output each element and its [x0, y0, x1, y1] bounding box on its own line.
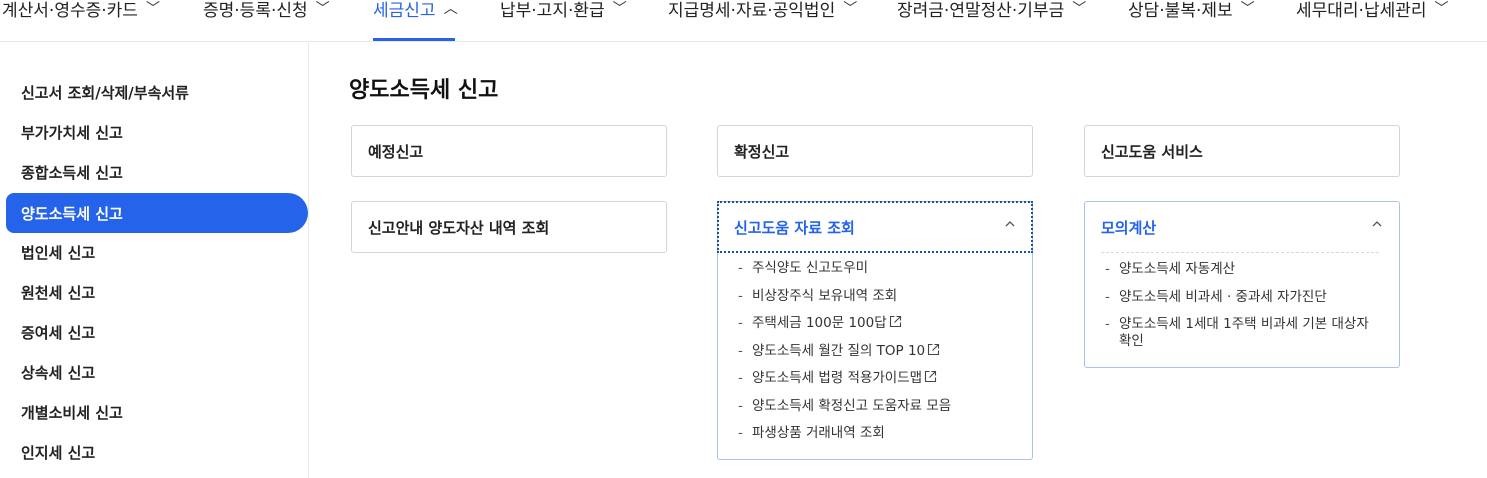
topnav-item-label: 장려금·연말정산·기부금	[897, 0, 1065, 21]
topnav-item-label: 세무대리·납세관리	[1296, 0, 1427, 21]
topnav-item-label: 계산서·영수증·카드	[2, 0, 138, 21]
link-label: 비상장주식 보유내역 조회	[752, 287, 898, 304]
list-item[interactable]: - 주택세금 100문 100답	[734, 315, 1016, 332]
card-mock-calculation: 모의계산 - 양도소득세 자동계산 - 양도소득세 비과세 · 중과세 자가진단 -…	[1084, 201, 1400, 368]
sidebar-item-label: 부가가치세 신고	[21, 123, 123, 142]
sidebar-item-label: 증여세 신고	[21, 323, 96, 342]
list-item[interactable]: - 양도소득세 법령 적용가이드맵	[734, 370, 1016, 387]
sidebar-item-gift-tax[interactable]: 증여세 신고	[6, 312, 308, 352]
list-item[interactable]: - 양도소득세 월간 질의 TOP 10	[734, 343, 1016, 360]
card-title: 신고도움 서비스	[1101, 142, 1203, 161]
help-materials-toggle[interactable]: 신고도움 자료 조회	[717, 201, 1033, 253]
card-preliminary-return[interactable]: 예정신고	[351, 125, 667, 177]
card-title: 신고안내 양도자산 내역 조회	[368, 218, 550, 237]
sidebar-item-label: 인지세 신고	[21, 443, 96, 462]
sidebar-item-return-inquiry[interactable]: 신고서 조회/삭제/부속서류	[6, 72, 308, 112]
chevron-down-icon: ﹀	[145, 1, 160, 17]
chevron-up-icon	[1004, 218, 1018, 232]
chevron-up-icon: ︿	[443, 1, 458, 17]
sidebar-item-label: 신고서 조회/삭제/부속서류	[21, 83, 189, 102]
chevron-down-icon: ﹀	[1072, 1, 1087, 17]
card-title: 예정신고	[368, 142, 424, 161]
card-title: 확정신고	[734, 142, 790, 161]
topnav-item-label: 납부·고지·환급	[500, 0, 605, 21]
sidebar-item-excise-tax[interactable]: 개별소비세 신고	[6, 392, 308, 432]
topnav-item-certificate[interactable]: 증명·등록·신청 ﹀	[203, 0, 330, 28]
topnav-item-tax-filing[interactable]: 세금신고 ︿	[373, 0, 458, 28]
link-label: 주택세금 100문 100답	[752, 315, 887, 331]
link-label: 양도소득세 월간 질의 TOP 10	[752, 342, 926, 359]
sidebar-item-label: 종합소득세 신고	[21, 163, 123, 182]
sidebar-item-inheritance-tax[interactable]: 상속세 신고	[6, 352, 308, 392]
card-help-materials: 신고도움 자료 조회 - 주식양도 신고도우미 - 비상장주식 보유내역 조회 -주…	[717, 201, 1033, 460]
sidebar: 신고서 조회/삭제/부속서류 부가가치세 신고 종합소득세 신고 양도소득세 신…	[0, 43, 309, 478]
list-item[interactable]: - 양도소득세 확정신고 도움자료 모음	[734, 398, 1016, 415]
link-label: 양도소득세 확정신고 도움자료 모음	[752, 397, 952, 414]
topnav-item-consult[interactable]: 상담·불복·제보 ﹀	[1128, 0, 1255, 28]
external-link-icon	[927, 343, 940, 356]
help-materials-list: - 주식양도 신고도우미 - 비상장주식 보유내역 조회 - 주택세금 100문 10…	[718, 252, 1032, 459]
sidebar-item-label: 개별소비세 신고	[21, 403, 123, 422]
link-label: 양도소득세 1세대 1주택 비과세 기본 대상자 확인	[1119, 316, 1369, 349]
list-item[interactable]: - 파생상품 거래내역 조회	[734, 425, 1016, 442]
link-label: 파생상품 거래내역 조회	[752, 425, 885, 441]
chevron-up-icon	[1371, 218, 1385, 232]
sidebar-item-label: 상속세 신고	[21, 363, 96, 382]
chevron-down-icon: ﹀	[612, 1, 627, 17]
card-title: 모의계산	[1101, 218, 1157, 237]
card-asset-inquiry[interactable]: 신고안내 양도자산 내역 조회	[351, 201, 667, 253]
sidebar-item-capital-gains[interactable]: 양도소득세 신고	[6, 193, 308, 233]
topnav-item-label: 상담·불복·제보	[1128, 0, 1233, 21]
topnav-item-label: 세금신고	[373, 0, 436, 21]
topnav-item-label: 증명·등록·신청	[203, 0, 308, 21]
chevron-down-icon: ﹀	[843, 1, 858, 17]
mock-calculation-toggle[interactable]: 모의계산	[1085, 202, 1399, 252]
card-final-return[interactable]: 확정신고	[717, 125, 1033, 177]
chevron-down-icon: ﹀	[1434, 1, 1449, 17]
external-link-icon	[889, 315, 902, 328]
sidebar-item-corporate-tax[interactable]: 법인세 신고	[6, 232, 308, 272]
sidebar-item-label: 양도소득세 신고	[21, 204, 123, 223]
page-title: 양도소득세 신고	[349, 78, 499, 103]
chevron-down-icon: ﹀	[1240, 1, 1255, 17]
sidebar-item-label: 원천세 신고	[21, 283, 96, 302]
sidebar-item-stamp-tax[interactable]: 인지세 신고	[6, 432, 308, 472]
topnav-item-label: 지급명세·자료·공익법인	[668, 0, 836, 21]
sidebar-item-withholding[interactable]: 원천세 신고	[6, 272, 308, 312]
list-item[interactable]: - 비상장주식 보유내역 조회	[734, 288, 1016, 305]
topnav-item-invoice[interactable]: 계산서·영수증·카드 ﹀	[2, 0, 160, 28]
list-item[interactable]: - 양도소득세 비과세 · 중과세 자가진단	[1101, 289, 1383, 306]
topnav-item-payment[interactable]: 납부·고지·환급 ﹀	[500, 0, 627, 28]
sidebar-item-label: 법인세 신고	[21, 243, 96, 262]
list-item[interactable]: - 주식양도 신고도우미	[734, 260, 1016, 277]
external-link-icon	[924, 370, 937, 383]
link-label: 양도소득세 자동계산	[1119, 261, 1236, 277]
topnav-item-payment-statement[interactable]: 지급명세·자료·공익법인 ﹀	[668, 0, 857, 28]
link-label: 양도소득세 법령 적용가이드맵	[752, 370, 923, 386]
top-navigation: 계산서·영수증·카드 ﹀ 증명·등록·신청 ﹀ 세금신고 ︿ 납부·고지·환급 …	[0, 0, 1487, 42]
mock-calculation-list: - 양도소득세 자동계산 - 양도소득세 비과세 · 중과세 자가진단 - 양도소득세…	[1085, 253, 1399, 367]
active-tab-underline	[373, 38, 455, 41]
sidebar-item-income-tax[interactable]: 종합소득세 신고	[6, 152, 308, 192]
list-item[interactable]: - 양도소득세 자동계산	[1101, 261, 1383, 278]
chevron-down-icon: ﹀	[315, 1, 330, 17]
list-item[interactable]: - 양도소득세 1세대 1주택 비과세 기본 대상자 확인	[1101, 316, 1383, 350]
card-title: 신고도움 자료 조회	[734, 218, 855, 237]
card-filing-help-service[interactable]: 신고도움 서비스	[1084, 125, 1400, 177]
link-label: 주식양도 신고도우미	[752, 260, 869, 276]
topnav-item-tax-agent[interactable]: 세무대리·납세관리 ﹀	[1296, 0, 1449, 28]
sidebar-item-vat[interactable]: 부가가치세 신고	[6, 112, 308, 152]
link-label: 양도소득세 비과세 · 중과세 자가진단	[1119, 288, 1327, 305]
topnav-item-incentive[interactable]: 장려금·연말정산·기부금 ﹀	[897, 0, 1086, 28]
